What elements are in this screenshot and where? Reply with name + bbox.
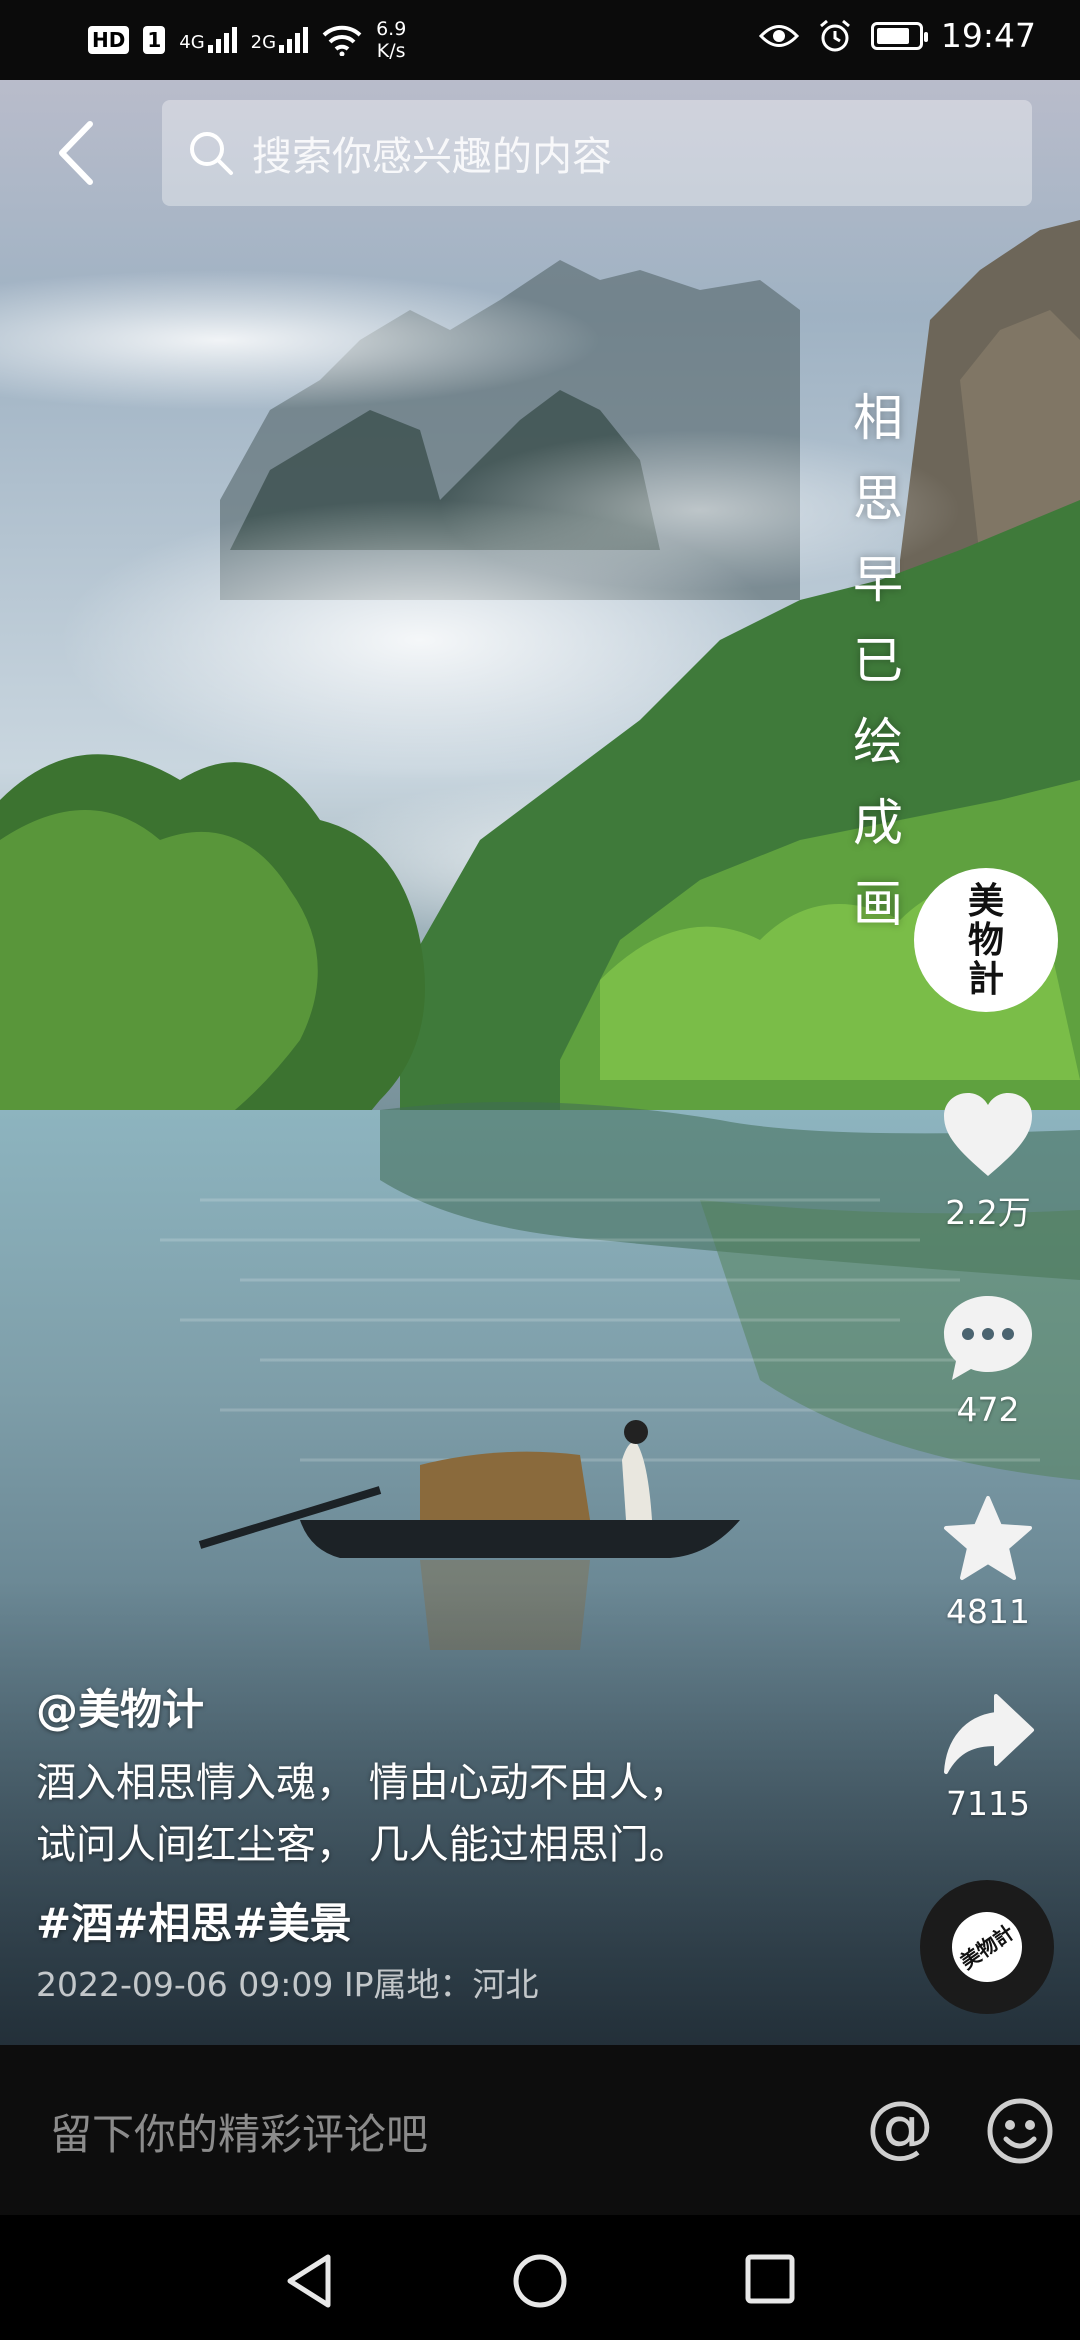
status-left: HD 1 4G 2G 6.9 K/s (88, 18, 406, 62)
creator-avatar[interactable]: 美 物 計 (914, 868, 1058, 1012)
favorite-count: 4811 (946, 1592, 1030, 1631)
nav-recents-icon[interactable] (744, 2253, 796, 2305)
status-right: 19:47 (758, 16, 1036, 55)
search-icon (190, 132, 233, 175)
video-frame[interactable] (0, 80, 1080, 2045)
signal-4g-icon: 4G (179, 27, 237, 53)
hd-indicator: HD (88, 26, 130, 54)
speed-value: 6.9 (376, 18, 407, 40)
video-overlay-title: 相 思 早 已 绘 成 画 (846, 378, 910, 945)
comment-icon (944, 1296, 1032, 1380)
search-placeholder: 搜索你感兴趣的内容 (252, 134, 612, 180)
eye-icon (758, 24, 799, 47)
share-button[interactable]: 7115 (930, 1692, 1046, 1823)
like-button[interactable]: 2.2万 (930, 1090, 1046, 1234)
overlay-char: 已 (853, 632, 903, 690)
avatar-char: 計 (967, 957, 1004, 1000)
nav-home-icon[interactable] (512, 2253, 568, 2309)
net1-label: 4G (179, 32, 205, 53)
avatar-char: 物 (967, 918, 1004, 961)
mention-button[interactable]: @ (866, 2087, 934, 2167)
description-line: 酒入相思情入魂， 情由心动不由人， (36, 1760, 689, 1806)
share-icon (944, 1694, 1034, 1774)
overlay-char: 相 (853, 389, 903, 447)
status-bar: HD 1 4G 2G 6.9 K/s 19:47 (0, 0, 1080, 80)
nav-back-icon[interactable] (284, 2253, 334, 2309)
video-description: 酒入相思情入魂， 情由心动不由人， 试问人间红尘客， 几人能过相思门。 (36, 1752, 689, 1876)
overlay-char: 思 (853, 470, 903, 528)
emoji-icon[interactable] (986, 2097, 1054, 2165)
search-bar[interactable]: 搜索你感兴趣的内容 (162, 100, 1032, 206)
star-icon (944, 1496, 1032, 1580)
comment-input[interactable]: 留下你的精彩评论吧 (50, 2101, 428, 2162)
speed-unit: K/s (376, 40, 406, 62)
comment-bar: 留下你的精彩评论吧 @ (0, 2045, 1080, 2215)
sim-indicator: 1 (143, 26, 166, 54)
back-icon[interactable] (52, 118, 102, 188)
disc-label: 美物計 (938, 1898, 1036, 1996)
heart-icon (944, 1093, 1032, 1176)
system-nav-bar (0, 2215, 1080, 2340)
alarm-icon (819, 19, 850, 51)
author-name[interactable]: @美物计 (36, 1676, 204, 1737)
comment-button[interactable]: 472 (930, 1292, 1046, 1429)
post-meta: 2022-09-06 09:09 IP属地：河北 (36, 1965, 539, 2004)
signal-2g-icon: 2G (250, 27, 309, 53)
network-speed: 6.9 K/s (376, 18, 406, 62)
overlay-char: 绘 (853, 713, 903, 771)
share-count: 7115 (946, 1784, 1030, 1823)
avatar-char: 美 (967, 879, 1004, 922)
landscape-illustration (0, 80, 1080, 2045)
comment-count: 472 (956, 1390, 1020, 1429)
clock: 19:47 (940, 16, 1036, 55)
wifi-icon (322, 25, 362, 56)
like-count: 2.2万 (945, 1193, 1031, 1232)
overlay-char: 成 (853, 794, 903, 852)
net2-label: 2G (250, 32, 277, 53)
description-line: 试问人间红尘客， 几人能过相思门。 (36, 1822, 689, 1868)
music-disc[interactable]: 美物計 (920, 1880, 1054, 2014)
hashtags[interactable]: #酒#相思#美景 (36, 1890, 352, 1951)
favorite-button[interactable]: 4811 (930, 1494, 1046, 1631)
battery-icon (870, 21, 928, 50)
overlay-char: 早 (853, 551, 903, 609)
overlay-char: 画 (853, 875, 903, 933)
